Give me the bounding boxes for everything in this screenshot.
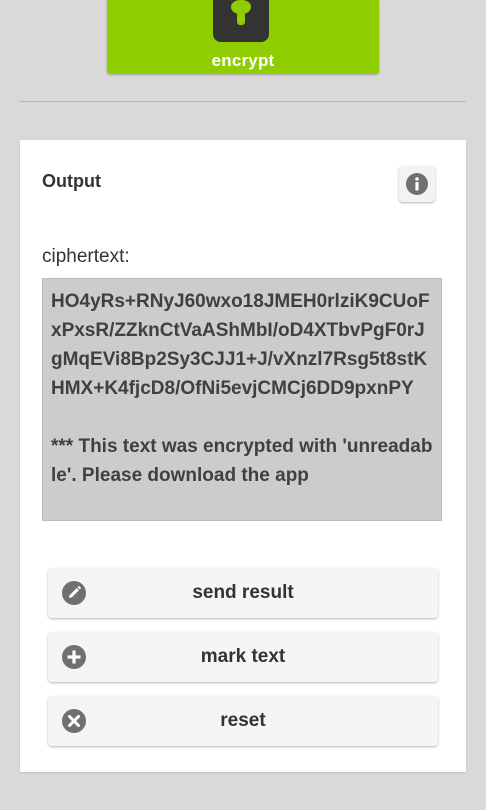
info-button[interactable]	[399, 166, 435, 202]
ciphertext-label: ciphertext:	[42, 246, 130, 267]
reset-button[interactable]: reset	[48, 696, 438, 746]
lock-icon	[213, 0, 269, 42]
mark-text-button[interactable]: mark text	[48, 632, 438, 682]
reset-label: reset	[220, 710, 266, 731]
ciphertext-output[interactable]: HO4yRs+RNyJ60wxo18JMEH0rlziK9CUoFxPxsR/Z…	[42, 278, 442, 521]
output-title: Output	[42, 171, 101, 191]
send-result-button[interactable]: send result	[48, 568, 438, 618]
info-icon	[406, 173, 428, 195]
output-panel: Output ciphertext: HO4yRs+RNyJ60wxo18JME…	[20, 140, 466, 772]
encrypt-label: encrypt	[211, 51, 275, 70]
mark-text-label: mark text	[200, 646, 286, 667]
encrypt-button[interactable]: encrypt	[107, 0, 379, 74]
send-result-label: send result	[192, 582, 294, 603]
divider	[19, 101, 466, 102]
